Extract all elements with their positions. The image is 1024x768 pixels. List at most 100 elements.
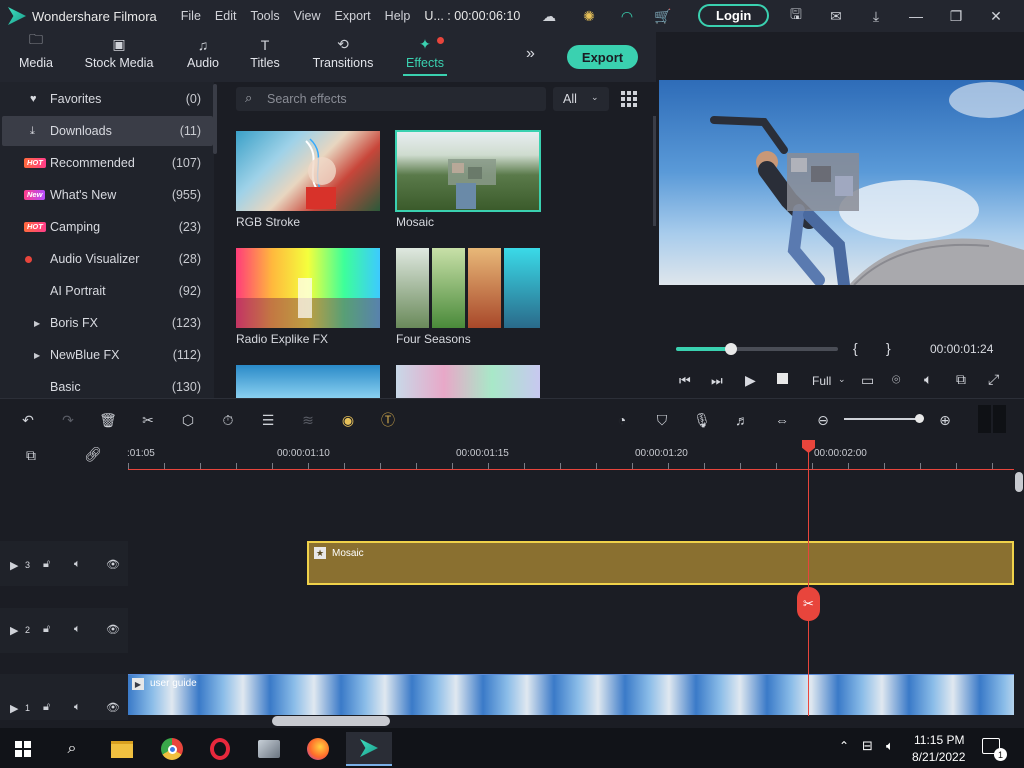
fullscreen-icon[interactable]: ⤢ [988, 371, 999, 388]
more-tabs-icon[interactable]: » [526, 45, 535, 63]
expand-arrow-icon[interactable]: ▶ [34, 351, 40, 360]
tab-titles[interactable]: T Titles [247, 32, 283, 82]
layout-toggle-icon[interactable] [978, 405, 1006, 433]
taskbar-clock[interactable]: 11:15 PM [914, 733, 964, 747]
sidebar-item-camping[interactable]: HOT Camping (23) [2, 212, 213, 242]
chrome-icon[interactable] [155, 732, 189, 766]
volume-icon[interactable]: 🔈︎ [924, 371, 932, 388]
effect-thumb-mosaic[interactable] [395, 130, 541, 212]
tts-icon[interactable]: Ⓣ [376, 408, 400, 432]
filmora-taskbar-icon[interactable] [346, 732, 392, 766]
export-button[interactable]: Export [567, 45, 638, 69]
undo-icon[interactable]: ↶ [16, 408, 40, 432]
step-forward-icon[interactable]: ⏭ [711, 373, 723, 389]
menu-help[interactable]: Help [385, 9, 411, 23]
mute-icon[interactable]: 🔈︎ [74, 558, 81, 571]
delete-icon[interactable]: 🗑︎ [96, 408, 120, 432]
mute-icon[interactable]: 🔈︎ [74, 701, 81, 714]
split-scissors-icon[interactable]: ✂ [797, 587, 820, 621]
effect-thumb-radio-explike-fx[interactable] [236, 248, 380, 328]
expand-arrow-icon[interactable]: ▶ [34, 319, 40, 328]
eye-icon[interactable]: 👁︎ [106, 701, 120, 714]
mute-icon[interactable]: 🔈︎ [74, 623, 81, 636]
effect-thumb-partial-5[interactable] [236, 365, 380, 398]
mark-in-button[interactable]: { [853, 340, 858, 356]
minimize-icon[interactable]: — [903, 3, 929, 29]
app-icon[interactable] [252, 732, 286, 766]
speed-icon[interactable]: ⏱ [216, 408, 240, 432]
zoom-slider-handle[interactable] [915, 414, 924, 423]
cut-icon[interactable]: ✂ [136, 408, 160, 432]
tag-icon[interactable]: ⬡ [176, 408, 200, 432]
tray-chevron-icon[interactable]: ⌃ [839, 739, 849, 753]
microphone-icon[interactable]: 🎙︎ [690, 408, 714, 432]
add-track-icon[interactable]: ⧉ [26, 447, 36, 464]
opera-icon[interactable] [203, 732, 237, 766]
tab-transitions[interactable]: ⟲ Transitions [310, 32, 376, 82]
snapshot-icon[interactable]: ⌾ [892, 371, 900, 388]
sidebar-item-audio-visualizer[interactable]: Audio Visualizer (28) [2, 244, 213, 274]
play-icon[interactable]: ▶ [745, 372, 756, 389]
lightbulb-icon[interactable]: ✺ [576, 3, 602, 29]
menu-edit[interactable]: Edit [215, 9, 237, 23]
firefox-icon[interactable] [301, 732, 335, 766]
lock-icon[interactable]: 🔓︎ [43, 701, 50, 714]
menu-file[interactable]: File [181, 9, 201, 23]
menu-export[interactable]: Export [335, 9, 371, 23]
grid-view-icon[interactable] [621, 91, 637, 107]
preview-quality-select[interactable]: Full [812, 374, 831, 388]
tab-stock-media[interactable]: ▣ Stock Media [84, 32, 154, 82]
sidebar-item-downloads[interactable]: ⤓ Downloads (11) [2, 116, 213, 146]
taskbar-date[interactable]: 8/21/2022 [912, 750, 965, 764]
zoom-in-icon[interactable]: ⊕ [933, 408, 957, 432]
cloud-icon[interactable]: ☁ [536, 3, 562, 29]
zoom-slider[interactable] [844, 418, 920, 420]
step-back-icon[interactable]: ⏮ [679, 373, 691, 389]
eye-icon[interactable]: 👁︎ [106, 623, 120, 636]
filter-dropdown[interactable]: All ⌄ [553, 87, 609, 111]
adjust-icon[interactable]: ☰ [256, 408, 280, 432]
restore-icon[interactable]: ❐ [943, 3, 969, 29]
effect-clip-mosaic[interactable]: ★ Mosaic [307, 541, 1014, 585]
search-input[interactable]: Search effects [267, 92, 347, 106]
stop-icon[interactable] [777, 373, 788, 384]
audio-detect-icon[interactable]: ◉ [336, 408, 360, 432]
sidebar-item-favorites[interactable]: ♥ Favorites (0) [2, 84, 213, 114]
display-settings-icon[interactable]: ▭ [861, 372, 874, 389]
windows-start-icon[interactable] [6, 732, 40, 766]
effect-thumb-rgb-stroke[interactable] [236, 131, 380, 211]
audio-mixer-icon[interactable]: ♬ [730, 408, 754, 432]
audio-wave-icon[interactable]: ≋ [296, 408, 320, 432]
video-clip-user-guide[interactable]: ▶ user guide [128, 674, 1014, 715]
effect-thumb-four-seasons[interactable] [396, 248, 540, 328]
zoom-out-icon[interactable]: ⊖ [811, 408, 835, 432]
network-icon[interactable]: ⊟ [862, 738, 873, 754]
volume-tray-icon[interactable]: 🔈︎ [886, 738, 894, 754]
timeline-vscroll-handle[interactable] [1015, 472, 1023, 492]
eye-icon[interactable]: 👁︎ [106, 558, 120, 571]
close-icon[interactable]: ✕ [983, 3, 1009, 29]
sidebar-item-ai-portrait[interactable]: AI Portrait (92) [2, 276, 213, 306]
save-icon[interactable]: 🖫 [783, 3, 809, 29]
effect-thumb-partial-6[interactable] [396, 365, 540, 398]
mark-icon[interactable]: ⛉ [650, 408, 674, 432]
file-explorer-icon[interactable] [105, 732, 139, 766]
menu-view[interactable]: View [294, 9, 321, 23]
pip-icon[interactable]: ⧉ [956, 371, 966, 388]
lock-icon[interactable]: 🔓︎ [43, 623, 50, 636]
link-icon[interactable]: 🔗︎ [84, 446, 102, 463]
tab-audio[interactable]: ♫ Audio [184, 32, 222, 82]
sidebar-scrollbar[interactable] [213, 84, 217, 154]
login-button[interactable]: Login [698, 4, 770, 27]
fit-timeline-icon[interactable]: ⇔ [770, 408, 794, 432]
tab-media[interactable]: 🗀 Media [14, 31, 58, 82]
playback-scrubber-handle[interactable] [725, 343, 738, 355]
sidebar-item-whats-new[interactable]: New What's New (955) [2, 180, 213, 210]
mail-icon[interactable]: ✉ [823, 3, 849, 29]
sidebar-item-boris-fx[interactable]: ▶ Boris FX (123) [2, 308, 213, 338]
redo-icon[interactable]: ↷ [56, 408, 80, 432]
cart-icon[interactable]: 🛒 [650, 3, 676, 29]
render-icon[interactable]: ◔ [610, 408, 634, 432]
headset-icon[interactable]: ◠ [614, 3, 640, 29]
timeline-hscroll-handle[interactable] [272, 716, 390, 726]
